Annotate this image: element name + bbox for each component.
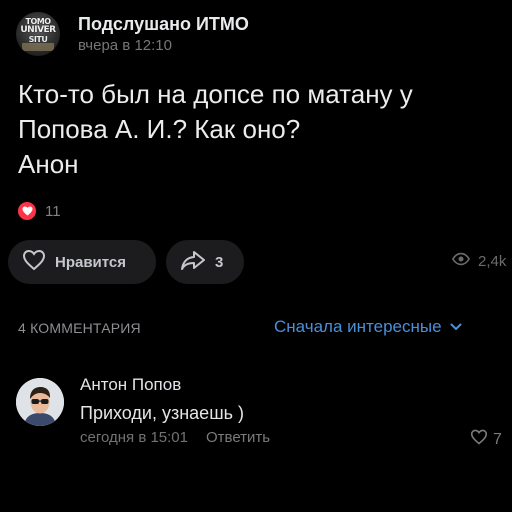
post-time[interactable]: вчера в 12:10 [78,36,249,56]
comment-like-count: 7 [493,430,502,448]
like-button-label: Нравится [55,253,127,271]
chevron-down-icon [450,318,462,336]
comments-sort-select[interactable]: Сначала интересные [274,317,462,337]
post-header-text: Подслушано ИТМО вчера в 12:10 [78,13,249,56]
views-counter: 2,4k [451,252,507,271]
reactions-summary[interactable]: 11 [18,202,61,220]
share-count: 3 [215,253,224,271]
comment-author[interactable]: Антон Попов [80,374,270,396]
post-header: TOMO UNIVER SITU Подслушано ИТМО вчера в… [16,12,249,56]
comment-time: сегодня в 15:01 [80,429,188,446]
heart-outline-icon [22,249,46,276]
comment-item: Антон Попов Приходи, узнаешь ) сегодня в… [16,374,512,464]
post-text-line: Кто-то был на допсе по матану у [18,79,413,109]
reply-link[interactable]: Ответить [206,429,270,446]
group-avatar[interactable]: TOMO UNIVER SITU [16,12,60,56]
comments-header: 4 КОММЕНТАРИЯ Сначала интересные [18,317,508,341]
views-count: 2,4k [478,253,507,270]
group-name[interactable]: Подслушано ИТМО [78,13,249,35]
heart-icon [18,202,36,220]
comment-text: Приходи, узнаешь ) [80,403,245,423]
group-avatar-logo-line: UNIVER [20,25,56,35]
reaction-count: 11 [45,202,61,220]
comment-body: Антон Попов Приходи, узнаешь ) сегодня в… [80,374,270,446]
heart-outline-icon [470,429,488,450]
comment-meta: сегодня в 15:01 Ответить [80,429,270,446]
post-text: Кто-то был на допсе по матану у Попова А… [18,77,508,182]
eye-icon [451,252,471,271]
comments-sort-label: Сначала интересные [274,317,442,336]
avatar[interactable] [16,378,64,426]
post-text-line: Попова А. И.? Как оно? [18,114,301,144]
comments-count: 4 КОММЕНТАРИЯ [18,320,141,336]
post-text-line: Анон [18,149,79,179]
group-avatar-decoration [22,43,54,51]
comment-like-button[interactable]: 7 [470,429,502,450]
like-button[interactable]: Нравится [8,240,156,284]
share-button[interactable]: 3 [166,240,244,284]
share-icon [180,249,206,276]
